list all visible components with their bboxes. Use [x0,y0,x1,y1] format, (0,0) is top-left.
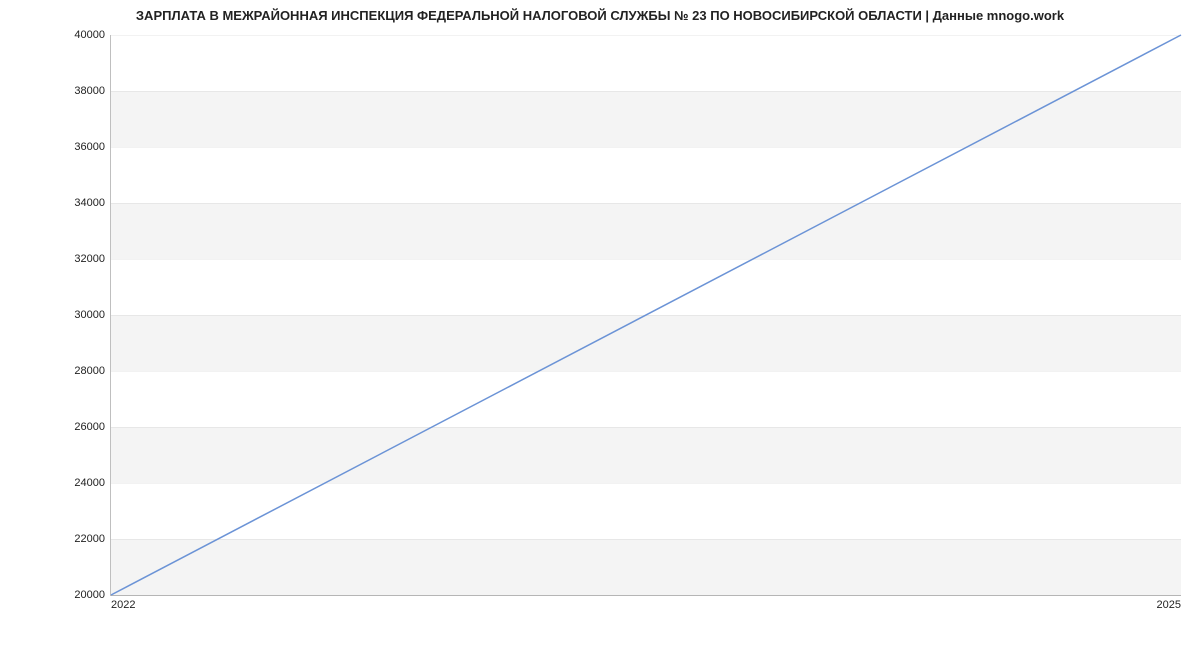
y-tick-label: 32000 [74,253,105,265]
y-tick-label: 34000 [74,197,105,209]
y-tick-label: 24000 [74,477,105,489]
series-svg [111,35,1181,595]
x-tick-label: 2025 [1157,599,1181,611]
chart-container: ЗАРПЛАТА В МЕЖРАЙОННАЯ ИНСПЕКЦИЯ ФЕДЕРАЛ… [0,0,1200,650]
chart-title: ЗАРПЛАТА В МЕЖРАЙОННАЯ ИНСПЕКЦИЯ ФЕДЕРАЛ… [0,8,1200,23]
y-tick-label: 28000 [74,365,105,377]
plot-area: 2000022000240002600028000300003200034000… [110,35,1181,596]
y-tick-label: 30000 [74,309,105,321]
series-line [111,35,1181,595]
gridline [111,595,1181,596]
y-tick-label: 36000 [74,141,105,153]
y-tick-label: 26000 [74,421,105,433]
y-tick-label: 20000 [74,589,105,601]
x-tick-label: 2022 [111,599,135,611]
y-tick-label: 22000 [74,533,105,545]
y-tick-label: 38000 [74,85,105,97]
y-tick-label: 40000 [74,29,105,41]
